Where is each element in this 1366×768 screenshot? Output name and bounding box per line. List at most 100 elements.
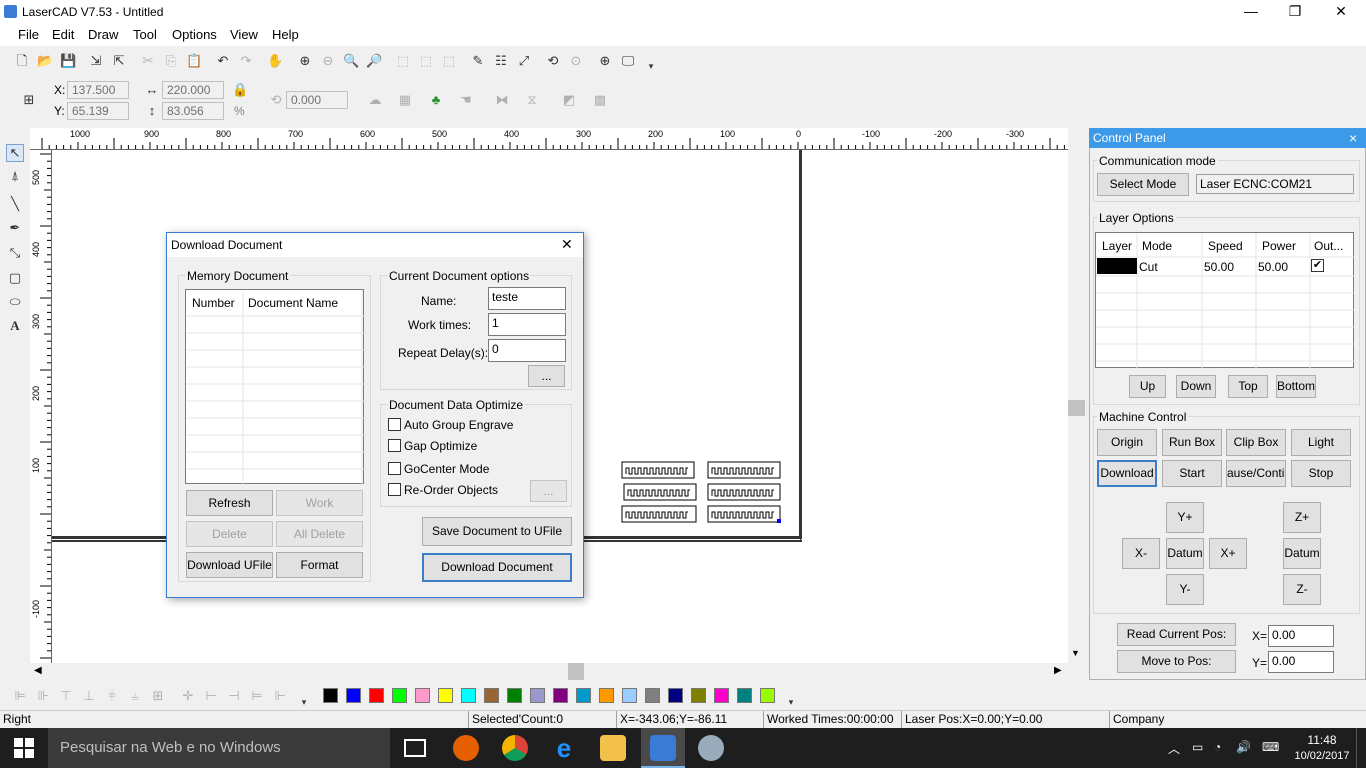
mirror-v-icon[interactable]: ⧖ (524, 92, 540, 108)
cloud-icon[interactable]: ☁ (367, 92, 383, 108)
restore-button[interactable]: ❐ (1272, 0, 1318, 24)
hand-icon[interactable]: ☚ (458, 92, 474, 108)
light-button[interactable]: Light (1291, 429, 1351, 456)
layer-bottom-button[interactable]: Bottom (1276, 375, 1316, 398)
canvas-horizontal-scrollbar[interactable]: ◀ ▶ (30, 663, 1068, 680)
path-icon[interactable]: ⟲ (545, 53, 561, 69)
layer-speed-cell[interactable]: 50.00 (1204, 260, 1234, 274)
layer-top-button[interactable]: Top (1228, 375, 1268, 398)
paste-icon[interactable]: 📋 (186, 53, 202, 69)
dialog-close-icon[interactable]: ✕ (561, 236, 573, 253)
show-desktop-button[interactable] (1356, 728, 1366, 768)
tree-icon[interactable]: ♣ (428, 92, 444, 108)
wifi-icon[interactable]: ◔ (1214, 740, 1221, 754)
work-button[interactable]: Work (276, 490, 363, 516)
color-swatch[interactable] (691, 688, 706, 703)
zoom-fit-icon[interactable]: 🔍 (343, 53, 359, 69)
menu-file[interactable]: File (18, 27, 39, 42)
clock-time[interactable]: 11:48 (1296, 733, 1348, 747)
layer-color-swatch[interactable] (1097, 258, 1137, 274)
jog-z-plus-button[interactable]: Z+ (1283, 502, 1321, 533)
refresh-button[interactable]: Refresh (186, 490, 273, 516)
scroll-down-icon[interactable]: ▼ (1071, 648, 1080, 658)
color-swatch[interactable] (576, 688, 591, 703)
align-dropdown-icon[interactable]: ▾ (296, 694, 312, 710)
pos-y-input[interactable]: 0.00 (1268, 651, 1334, 673)
color-swatch[interactable] (369, 688, 384, 703)
toolbar-dropdown-icon[interactable]: ▾ (643, 58, 659, 74)
download-document-button[interactable]: Download Document (422, 553, 572, 582)
redo-icon[interactable]: ↷ (238, 53, 254, 69)
menu-edit[interactable]: Edit (52, 27, 74, 42)
firefox-icon[interactable] (453, 735, 479, 761)
pos-x-input[interactable]: 0.00 (1268, 625, 1334, 647)
polyline-tool-icon[interactable]: ⤡ (7, 245, 23, 261)
download-button[interactable]: Download (1097, 460, 1157, 487)
layer-output-checkbox[interactable]: ✔ (1311, 259, 1324, 272)
all-delete-button[interactable]: All Delete (276, 521, 363, 547)
stop-button[interactable]: Stop (1291, 460, 1351, 487)
mirror-h-icon[interactable]: ⧓ (494, 92, 510, 108)
node-tool-icon[interactable]: ⍋ (7, 168, 23, 184)
minimize-button[interactable]: — (1228, 0, 1274, 24)
format-button[interactable]: Format (276, 552, 363, 578)
start-button[interactable]: Start (1162, 460, 1222, 487)
align-top-icon[interactable]: ⊤ (58, 688, 74, 704)
transform-icon[interactable]: ◩ (561, 92, 577, 108)
clip-box-button[interactable]: Clip Box (1226, 429, 1286, 456)
zoom-in-icon[interactable]: ⊕ (297, 53, 313, 69)
measure-icon[interactable]: ⤢ (516, 53, 532, 69)
scroll-thumb[interactable] (1068, 400, 1085, 416)
array-icon[interactable]: ☷ (493, 53, 509, 69)
canvas-vertical-scrollbar[interactable]: ▼ (1068, 128, 1085, 663)
color-swatch[interactable] (645, 688, 660, 703)
xy-datum-button[interactable]: Datum (1166, 538, 1204, 569)
volume-icon[interactable]: 🔊 (1236, 740, 1251, 754)
layer-up-button[interactable]: Up (1129, 375, 1166, 398)
lock-icon[interactable]: 🔒 (232, 82, 248, 98)
color-swatch[interactable] (507, 688, 522, 703)
same-size-icon[interactable]: ⊨ (249, 688, 265, 704)
same-width-icon[interactable]: ⊢ (203, 688, 219, 704)
align-center-icon[interactable]: ⊞ (150, 688, 166, 704)
export-icon[interactable]: ⇱ (111, 53, 127, 69)
auto-group-engrave-checkbox[interactable] (388, 418, 401, 431)
text-tool-icon[interactable]: A (7, 318, 23, 334)
jog-x-minus-button[interactable]: X- (1122, 538, 1160, 569)
color-swatch[interactable] (461, 688, 476, 703)
taskbar-search-box[interactable]: Pesquisar na Web e no Windows (48, 728, 390, 768)
zoom-out-icon[interactable]: ⊖ (320, 53, 336, 69)
gocenter-mode-checkbox[interactable] (388, 462, 401, 475)
align-right-icon[interactable]: ⊪ (35, 688, 51, 704)
read-current-pos-button[interactable]: Read Current Pos: (1117, 623, 1236, 646)
color-swatch[interactable] (714, 688, 729, 703)
color-swatch[interactable] (392, 688, 407, 703)
pan-hand-icon[interactable]: ✋ (267, 53, 283, 69)
battery-icon[interactable]: ▭ (1192, 740, 1203, 754)
y-position-field[interactable]: 65.139 (67, 102, 129, 120)
pause-continue-button[interactable]: ause/Continu (1226, 460, 1286, 487)
color-swatch[interactable] (484, 688, 499, 703)
delete-button[interactable]: Delete (186, 521, 273, 547)
color-swatch[interactable] (323, 688, 338, 703)
select-arrow-icon[interactable]: ↖ (6, 144, 24, 162)
origin-button[interactable]: Origin (1097, 429, 1157, 456)
color-swatch[interactable] (668, 688, 683, 703)
move-to-pos-button[interactable]: Move to Pos: (1117, 650, 1236, 673)
run-box-button[interactable]: Run Box (1162, 429, 1222, 456)
edge-icon[interactable]: e (551, 735, 577, 761)
ellipse-tool-icon[interactable]: ⬭ (7, 294, 23, 310)
jog-y-plus-button[interactable]: Y+ (1166, 502, 1204, 533)
menu-options[interactable]: Options (172, 27, 217, 42)
ungroup-icon[interactable]: ⬚ (418, 53, 434, 69)
cut-icon[interactable]: ✂ (140, 53, 156, 69)
chrome-icon[interactable] (502, 735, 528, 761)
color-swatch[interactable] (737, 688, 752, 703)
reference-point-icon[interactable]: ⊞ (21, 92, 37, 108)
design-shapes[interactable] (620, 460, 786, 526)
import-icon[interactable]: ⇲ (88, 53, 104, 69)
layer-down-button[interactable]: Down (1176, 375, 1216, 398)
color-swatch[interactable] (553, 688, 568, 703)
jog-x-plus-button[interactable]: X+ (1209, 538, 1247, 569)
align-center-h-icon[interactable]: ⫨ (127, 688, 143, 704)
